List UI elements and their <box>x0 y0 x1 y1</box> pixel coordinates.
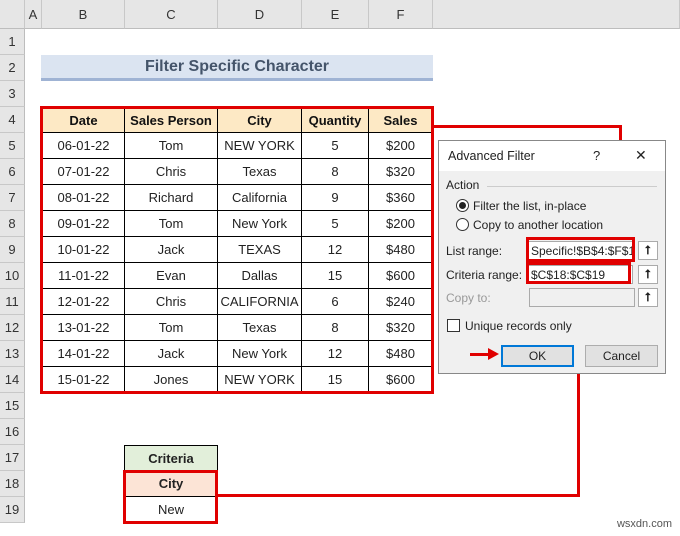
arrow-line <box>433 125 622 128</box>
select-all-corner[interactable] <box>0 0 25 29</box>
column-header-B[interactable]: B <box>42 0 125 29</box>
ok-button[interactable]: OK <box>501 345 574 367</box>
row-header-4[interactable]: 4 <box>0 107 25 133</box>
row-header-11[interactable]: 11 <box>0 289 25 315</box>
row-header-18[interactable]: 18 <box>0 471 25 497</box>
cancel-button[interactable]: Cancel <box>585 345 658 367</box>
copy-to-input <box>529 288 635 307</box>
row-header-13[interactable]: 13 <box>0 341 25 367</box>
row-header-1[interactable]: 1 <box>0 29 25 55</box>
dialog-title: Advanced Filter <box>448 149 535 163</box>
row-header-2[interactable]: 2 <box>0 55 25 81</box>
criteria-range-label: Criteria range: <box>446 268 523 282</box>
help-button[interactable]: ? <box>593 148 600 163</box>
filter-in-place-label[interactable]: Filter the list, in-place <box>473 199 586 213</box>
column-header-F[interactable]: F <box>369 0 433 29</box>
column-header-E[interactable]: E <box>302 0 369 29</box>
column-header-C[interactable]: C <box>125 0 218 29</box>
column-header-A[interactable]: A <box>25 0 42 29</box>
row-header-5[interactable]: 5 <box>0 133 25 159</box>
filter-in-place-radio[interactable] <box>456 199 469 212</box>
unique-records-label[interactable]: Unique records only <box>465 319 572 333</box>
row-header-9[interactable]: 9 <box>0 237 25 263</box>
row-header-12[interactable]: 12 <box>0 315 25 341</box>
row-header-10[interactable]: 10 <box>0 263 25 289</box>
list-range-highlight <box>526 237 635 262</box>
row-header-14[interactable]: 14 <box>0 367 25 393</box>
list-range-collapse-button[interactable]: ⭡ <box>638 241 658 260</box>
copy-to-location-label[interactable]: Copy to another location <box>473 218 603 232</box>
copy-to-collapse-button[interactable]: ⭡ <box>638 288 658 307</box>
criteria-range-highlight <box>526 262 631 284</box>
criteria-highlight <box>123 470 218 524</box>
action-label: Action <box>446 178 480 192</box>
criteria-title-cell[interactable]: Criteria <box>124 445 218 471</box>
watermark: wsxdn.com <box>616 518 672 530</box>
copy-to-label: Copy to: <box>446 291 491 305</box>
row-header-8[interactable]: 8 <box>0 211 25 237</box>
row-header-7[interactable]: 7 <box>0 185 25 211</box>
row-header-19[interactable]: 19 <box>0 497 25 523</box>
row-header-6[interactable]: 6 <box>0 159 25 185</box>
arrow-right-icon <box>488 348 499 360</box>
copy-to-location-radio[interactable] <box>456 218 469 231</box>
criteria-range-collapse-button[interactable]: ⭡ <box>638 265 658 284</box>
column-header-D[interactable]: D <box>218 0 302 29</box>
row-header-3[interactable]: 3 <box>0 81 25 107</box>
close-button[interactable]: ✕ <box>635 147 647 164</box>
row-header-15[interactable]: 15 <box>0 393 25 419</box>
arrow-line <box>470 353 490 356</box>
row-header-16[interactable]: 16 <box>0 419 25 445</box>
divider <box>487 186 657 187</box>
row-header-17[interactable]: 17 <box>0 445 25 471</box>
table-highlight <box>40 106 434 394</box>
arrow-line <box>217 494 580 497</box>
unique-records-checkbox[interactable] <box>447 319 460 332</box>
list-range-label: List range: <box>446 244 503 258</box>
sheet-title: Filter Specific Character <box>41 55 433 81</box>
column-header-blank[interactable] <box>433 0 680 29</box>
